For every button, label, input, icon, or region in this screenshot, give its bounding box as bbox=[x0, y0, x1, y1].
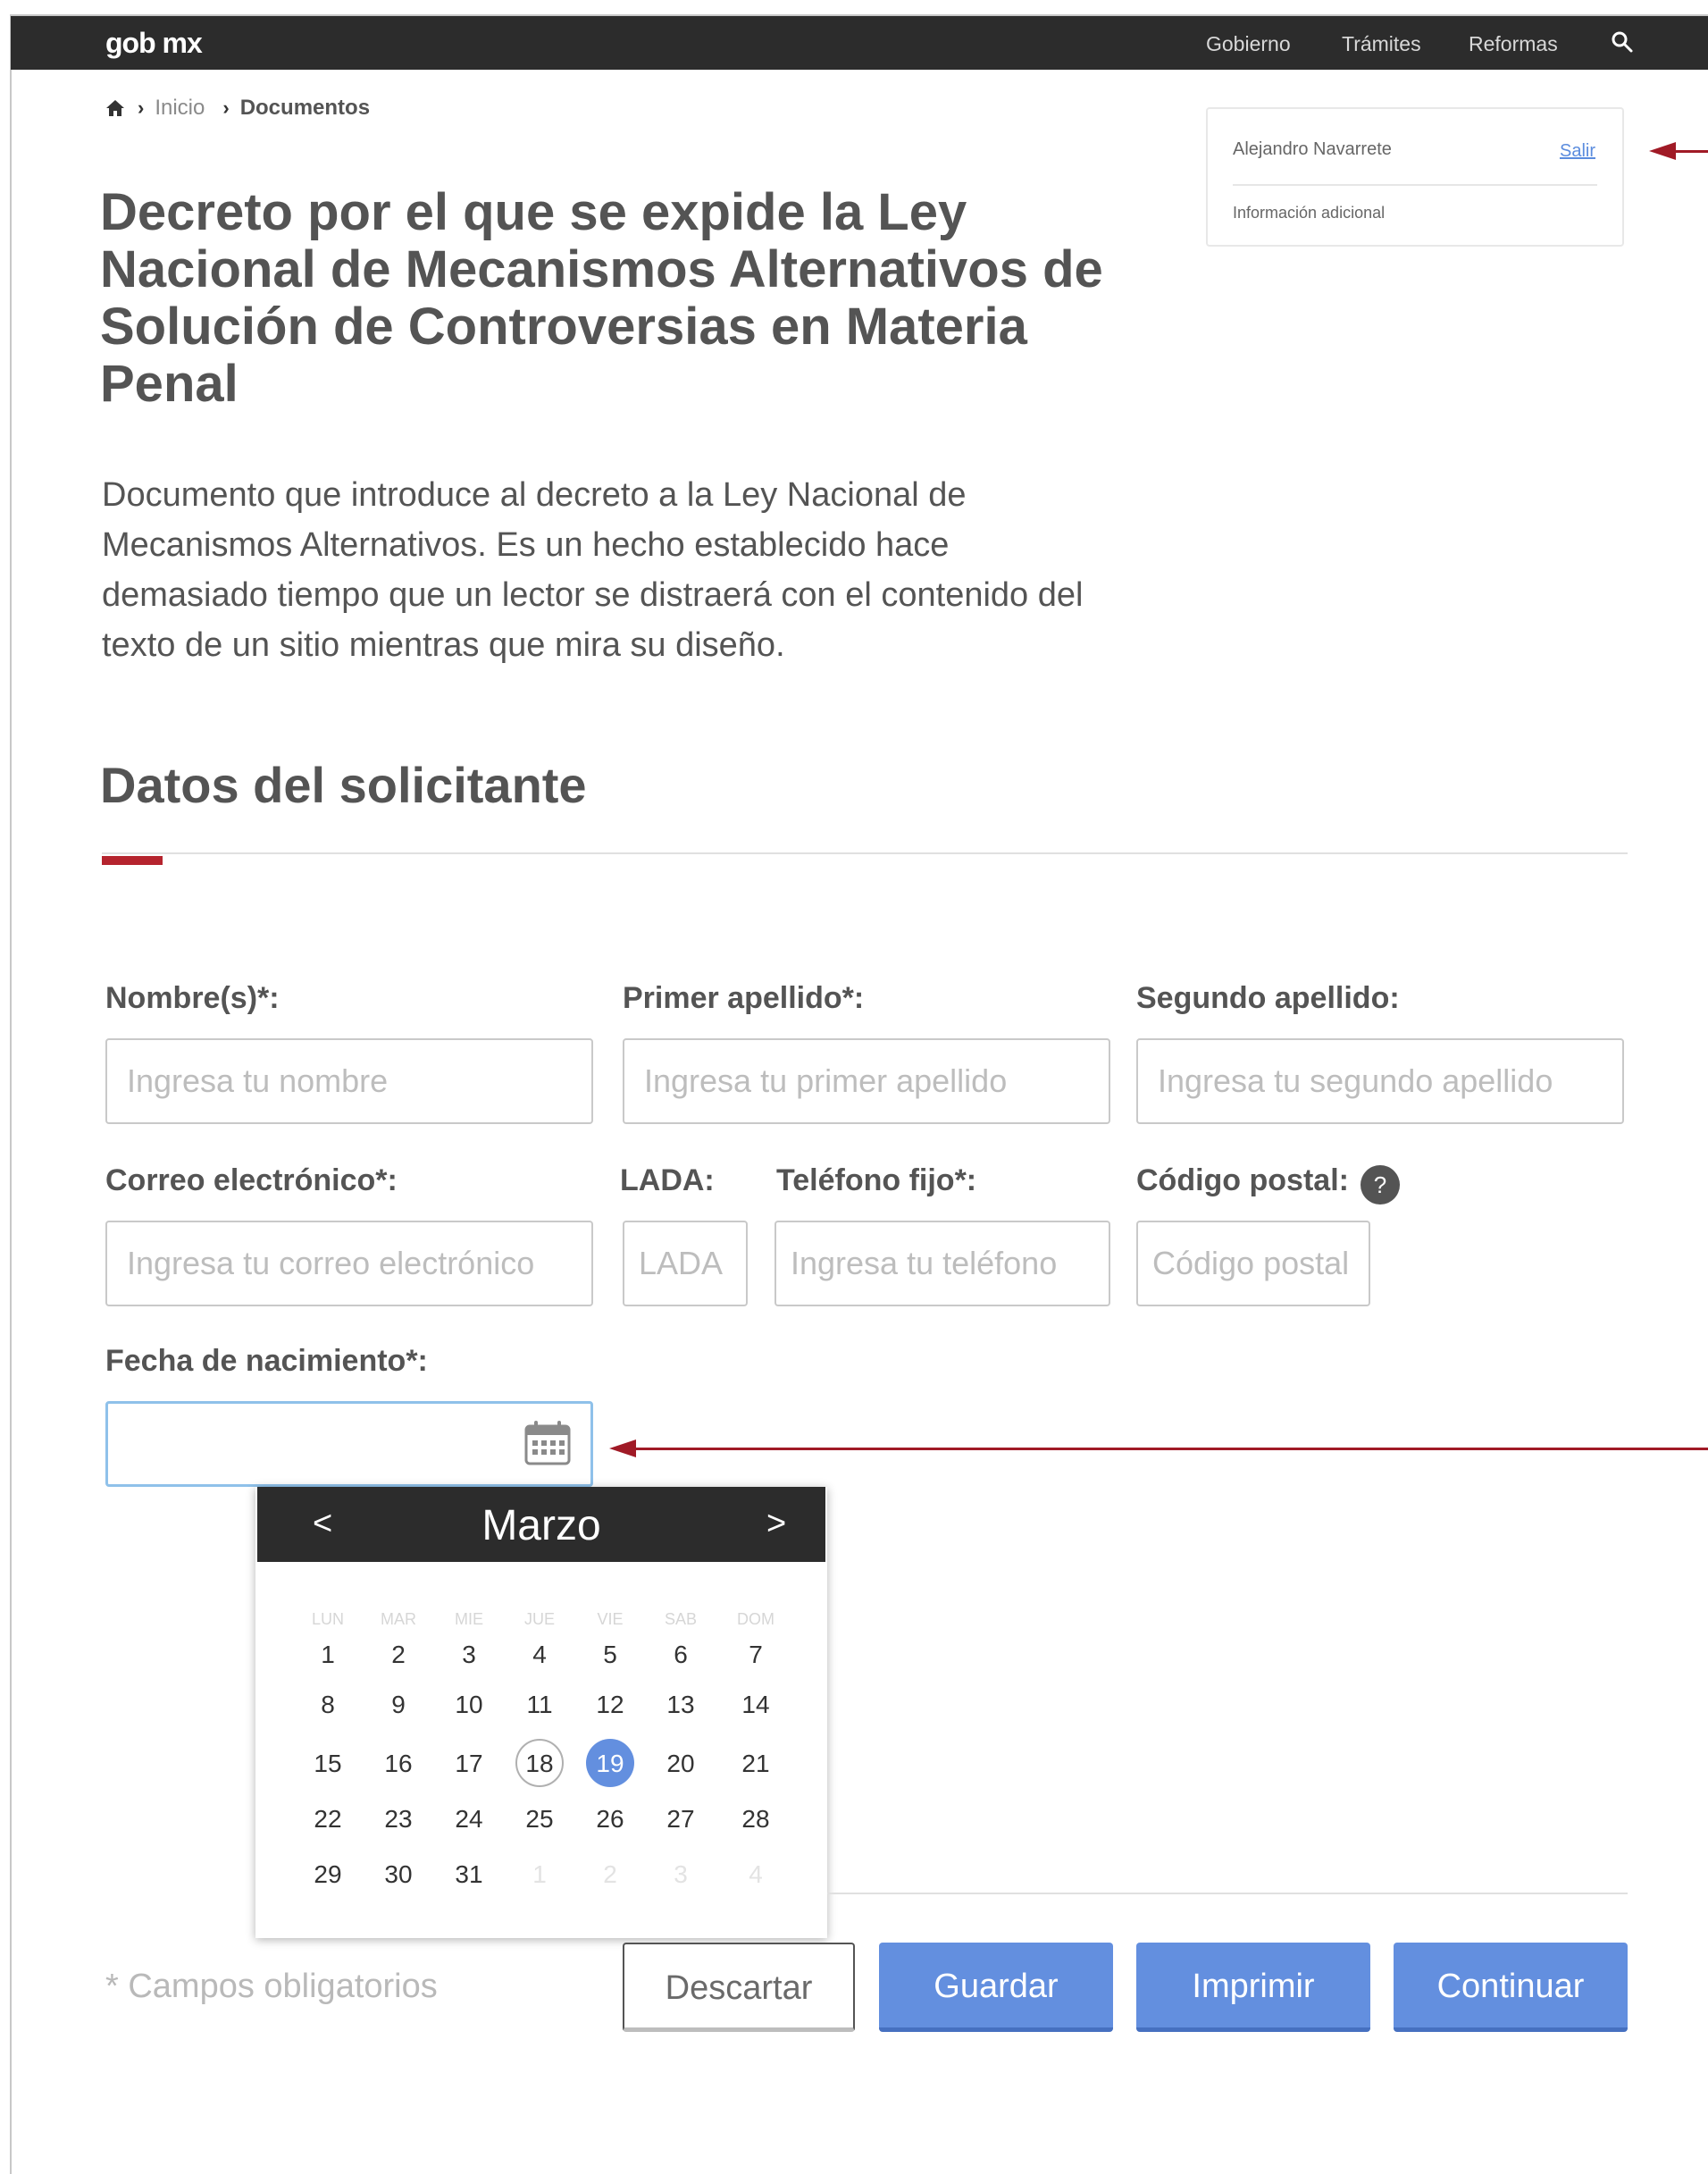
calendar-day[interactable]: 16 bbox=[372, 1750, 425, 1778]
nav-tramites[interactable]: Trámites bbox=[1342, 32, 1421, 56]
help-icon[interactable]: ? bbox=[1361, 1165, 1400, 1205]
annotation-arrowhead bbox=[609, 1440, 636, 1457]
calendar-day[interactable]: 15 bbox=[301, 1750, 355, 1778]
print-button[interactable]: Imprimir bbox=[1136, 1943, 1370, 2032]
segundo-apellido-input[interactable] bbox=[1136, 1038, 1624, 1124]
calendar-day[interactable]: 2 bbox=[372, 1641, 425, 1669]
primer-apellido-label: Primer apellido*: bbox=[623, 981, 865, 1015]
continue-button[interactable]: Continuar bbox=[1394, 1943, 1628, 2032]
calendar-day[interactable]: 1 bbox=[301, 1641, 355, 1669]
home-icon[interactable] bbox=[105, 98, 125, 118]
codigo-postal-input[interactable] bbox=[1136, 1221, 1370, 1306]
annotation-arrow-line bbox=[1672, 150, 1708, 153]
calendar-day[interactable]: 29 bbox=[301, 1860, 355, 1889]
annotation-arrow-line bbox=[636, 1448, 1708, 1450]
required-fields-note: * Campos obligatorios bbox=[105, 1968, 438, 2005]
weekday-header: VIE bbox=[597, 1610, 624, 1628]
segundo-apellido-label: Segundo apellido: bbox=[1136, 981, 1400, 1015]
page-title: Decreto por el que se expide la Ley Naci… bbox=[100, 183, 1103, 413]
calendar-day[interactable]: 7 bbox=[729, 1641, 783, 1669]
calendar-day[interactable]: 25 bbox=[513, 1805, 566, 1834]
calendar-day[interactable]: 30 bbox=[372, 1860, 425, 1889]
weekday-header: JUE bbox=[523, 1610, 555, 1628]
datepicker-header: < Marzo > bbox=[257, 1487, 825, 1562]
datepicker-popup: < Marzo > LUN MAR MIE JUE VIE SAB DOM 1 2 3 4 5 6 7 8 9… bbox=[255, 1487, 827, 1938]
calendar-day[interactable]: 13 bbox=[654, 1691, 707, 1719]
discard-button[interactable]: Descartar bbox=[623, 1943, 855, 2032]
weekday-header: DOM bbox=[737, 1610, 774, 1628]
form-divider bbox=[827, 1893, 1628, 1894]
calendar-day-outside[interactable]: 4 bbox=[729, 1860, 783, 1889]
divider bbox=[1233, 184, 1597, 186]
calendar-day[interactable]: 17 bbox=[442, 1750, 496, 1778]
codigo-postal-label: Código postal: bbox=[1136, 1163, 1349, 1197]
calendar-icon[interactable] bbox=[523, 1419, 572, 1467]
chevron-right-icon: › bbox=[222, 97, 230, 119]
nav-gobierno[interactable]: Gobierno bbox=[1206, 32, 1291, 56]
section-accent-bar bbox=[102, 856, 163, 865]
telefono-input[interactable] bbox=[774, 1221, 1110, 1306]
section-divider bbox=[102, 852, 1628, 854]
additional-info-link[interactable]: Información adicional bbox=[1233, 204, 1385, 222]
calendar-day[interactable]: 4 bbox=[513, 1641, 566, 1669]
fecha-label: Fecha de nacimiento*: bbox=[105, 1344, 428, 1378]
user-card: Alejandro Navarrete Salir Información ad… bbox=[1206, 107, 1624, 247]
calendar-day[interactable]: 31 bbox=[442, 1860, 496, 1889]
calendar-day[interactable]: 24 bbox=[442, 1805, 496, 1834]
calendar-day[interactable]: 9 bbox=[372, 1691, 425, 1719]
search-icon[interactable] bbox=[1611, 30, 1634, 54]
nombre-label: Nombre(s)*: bbox=[105, 981, 280, 1015]
annotation-arrowhead bbox=[1649, 142, 1676, 160]
calendar-day[interactable]: 6 bbox=[654, 1641, 707, 1669]
calendar-day[interactable]: 3 bbox=[442, 1641, 496, 1669]
breadcrumb-inicio[interactable]: Inicio bbox=[155, 96, 205, 121]
nav-reformas[interactable]: Reformas bbox=[1469, 32, 1558, 56]
gobmx-logo[interactable]: gob mx bbox=[105, 27, 203, 60]
breadcrumb: › Inicio › Documentos bbox=[105, 93, 370, 123]
calendar-day[interactable]: 12 bbox=[583, 1691, 637, 1719]
calendar-day[interactable]: 28 bbox=[729, 1805, 783, 1834]
calendar-day[interactable]: 11 bbox=[513, 1691, 566, 1719]
calendar-day[interactable]: 27 bbox=[654, 1805, 707, 1834]
calendar-day-outside[interactable]: 3 bbox=[654, 1860, 707, 1889]
page-intro: Documento que introduce al decreto a la … bbox=[102, 476, 1084, 664]
calendar-day-selected[interactable]: 19 bbox=[583, 1750, 637, 1778]
lada-input[interactable] bbox=[623, 1221, 748, 1306]
telefono-label: Teléfono fijo*: bbox=[776, 1163, 977, 1197]
calendar-day[interactable]: 5 bbox=[583, 1641, 637, 1669]
user-name: Alejandro Navarrete bbox=[1233, 139, 1392, 159]
calendar-day-outside[interactable]: 1 bbox=[513, 1860, 566, 1889]
weekday-header: SAB bbox=[664, 1610, 698, 1628]
weekday-header: MAR bbox=[381, 1610, 416, 1628]
calendar-day[interactable]: 23 bbox=[372, 1805, 425, 1834]
calendar-day[interactable]: 20 bbox=[654, 1750, 707, 1778]
calendar-day[interactable]: 18 bbox=[513, 1750, 566, 1778]
correo-label: Correo electrónico*: bbox=[105, 1163, 398, 1197]
calendar-day[interactable]: 22 bbox=[301, 1805, 355, 1834]
calendar-day-outside[interactable]: 2 bbox=[583, 1860, 637, 1889]
breadcrumb-current: Documentos bbox=[239, 96, 371, 120]
calendar-day[interactable]: 8 bbox=[301, 1691, 355, 1719]
weekday-header: MIE bbox=[454, 1610, 483, 1628]
save-button[interactable]: Guardar bbox=[879, 1943, 1113, 2032]
lada-label: LADA: bbox=[620, 1163, 715, 1197]
month-label: Marzo bbox=[481, 1502, 601, 1549]
weekday-header: LUN bbox=[311, 1610, 344, 1628]
calendar-day[interactable]: 26 bbox=[583, 1805, 637, 1834]
logout-link[interactable]: Salir bbox=[1560, 141, 1595, 162]
nombre-input[interactable] bbox=[105, 1038, 593, 1124]
section-title: Datos del solicitante bbox=[100, 757, 587, 813]
chevron-right-icon: › bbox=[138, 97, 145, 119]
calendar-day[interactable]: 14 bbox=[729, 1691, 783, 1719]
next-month-button[interactable]: > bbox=[766, 1505, 786, 1543]
top-navbar: gob mx Gobierno Trámites Reformas bbox=[11, 16, 1708, 70]
primer-apellido-input[interactable] bbox=[623, 1038, 1110, 1124]
calendar-day[interactable]: 21 bbox=[729, 1750, 783, 1778]
email-field[interactable] bbox=[105, 1221, 593, 1306]
calendar-day[interactable]: 10 bbox=[442, 1691, 496, 1719]
birthdate-input[interactable] bbox=[105, 1401, 593, 1487]
